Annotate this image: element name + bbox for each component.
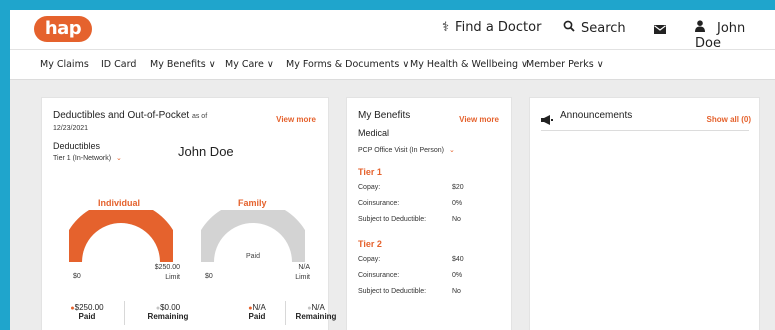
tier-1-copay-value: $20 (452, 184, 464, 191)
announcements-card: Announcements Show all (0) (529, 97, 760, 330)
chevron-down-icon: ⌄ (116, 155, 122, 162)
family-remaining-summary: ●N/A Remaining (286, 303, 346, 321)
as-of-label: as of (191, 113, 208, 120)
tier-1-deductible-label: Subject to Deductible: (358, 216, 427, 223)
family-paid-summary: ●N/A Paid (234, 303, 280, 321)
benefits-card: My Benefits View more Medical PCP Office… (346, 97, 512, 330)
summary-divider (124, 301, 125, 325)
nav-my-health-wellbeing[interactable]: My Health & Wellbeing ∨ (410, 59, 528, 70)
deductibles-title: Deductibles and Out-of-Pocket (53, 110, 190, 121)
announcements-divider (541, 130, 749, 131)
search-icon (563, 20, 575, 36)
chevron-down-icon: ⌄ (448, 147, 455, 154)
find-doctor-label: Find a Doctor (455, 20, 542, 35)
search-label: Search (581, 21, 626, 36)
family-remaining-caption: Remaining (295, 312, 337, 321)
nav-id-card[interactable]: ID Card (101, 59, 136, 70)
tier-2-coinsurance-label: Coinsurance: (358, 272, 400, 279)
tier-2-deductible-label: Subject to Deductible: (358, 288, 427, 295)
nav-my-forms-documents[interactable]: My Forms & Documents ∨ (286, 59, 409, 70)
family-paid-value: N/A (252, 303, 266, 312)
family-paid-caption: Paid (248, 312, 266, 321)
tier-1-copay-label: Copay: (358, 184, 381, 191)
tier-select-value: Tier 1 (In-Network) (53, 155, 112, 162)
individual-amount: $250.00 (105, 242, 138, 252)
family-remaining-value: N/A (311, 303, 325, 312)
deductibles-view-more-link[interactable]: View more (276, 115, 316, 124)
individual-max: $250.00 (154, 264, 180, 271)
individual-remaining-value: $0.00 (160, 303, 181, 312)
megaphone-icon (541, 112, 553, 130)
search-link[interactable]: Search (563, 20, 626, 36)
individual-paid-value: $250.00 (74, 303, 104, 312)
find-doctor-link[interactable]: ⚕ Find a Doctor (442, 20, 541, 35)
family-amount: N/A (245, 242, 261, 252)
stethoscope-icon: ⚕ (442, 20, 450, 35)
benefit-select-value: PCP Office Visit (In Person) (358, 147, 444, 154)
as-of-date: 12/23/2021 (53, 125, 89, 132)
family-label: Family (238, 198, 267, 208)
tier-2-copay-value: $40 (452, 256, 464, 263)
individual-remaining-caption: Remaining (147, 312, 189, 321)
member-name: John Doe (178, 144, 234, 159)
announcements-show-all-link[interactable]: Show all (0) (707, 115, 751, 124)
family-max: N/A (298, 264, 310, 271)
user-icon (695, 20, 705, 36)
nav-my-benefits[interactable]: My Benefits ∨ (150, 59, 216, 70)
tier-1-heading: Tier 1 (358, 167, 382, 177)
deductibles-subtitle: Deductibles (53, 141, 101, 151)
deductible-summary: ●$250.00 Paid ●$0.00 Remaining ●N/A Paid… (62, 301, 336, 327)
individual-min: $0 (73, 273, 81, 280)
tier-2-coinsurance-value: 0% (452, 272, 463, 279)
tier-1-coinsurance-label: Coinsurance: (358, 200, 400, 207)
nav-my-claims[interactable]: My Claims (40, 59, 89, 70)
deductibles-card: Deductibles and Out-of-Pocket as of 12/2… (41, 97, 336, 330)
deductibles-title-row: Deductibles and Out-of-Pocket as of (53, 110, 207, 121)
tier-1-coinsurance-value: 0% (452, 200, 463, 207)
announcements-title: Announcements (560, 110, 633, 121)
individual-amount-caption: Paid (113, 253, 128, 260)
individual-max-caption: Limit (165, 274, 180, 281)
top-bar: hap ⚕ Find a Doctor Search John Doe (10, 10, 775, 51)
individual-remaining-summary: ●$0.00 Remaining (139, 303, 197, 321)
tier-2-heading: Tier 2 (358, 239, 382, 249)
tier-select[interactable]: Tier 1 (In-Network) ⌄ (53, 154, 122, 162)
individual-paid-caption: Paid (78, 312, 96, 321)
mail-icon[interactable] (654, 23, 666, 38)
tier-2-deductible-value: No (452, 288, 461, 295)
family-amount-caption: Paid (245, 253, 260, 260)
family-min: $0 (205, 273, 213, 280)
user-menu[interactable]: John Doe (695, 20, 775, 51)
family-max-caption: Limit (295, 274, 310, 281)
benefits-view-more-link[interactable]: View more (459, 115, 499, 124)
individual-label: Individual (98, 198, 141, 208)
benefit-select[interactable]: PCP Office Visit (In Person) ⌄ (358, 146, 455, 154)
benefits-category: Medical (358, 128, 390, 138)
tier-1-deductible-value: No (452, 216, 461, 223)
hap-logo[interactable]: hap (34, 16, 92, 42)
nav-member-perks[interactable]: Member Perks ∨ (526, 59, 604, 70)
app-frame: hap ⚕ Find a Doctor Search John Doe My Cl… (10, 10, 775, 330)
tier-2-copay-label: Copay: (358, 256, 381, 263)
nav-my-care[interactable]: My Care ∨ (225, 59, 274, 70)
individual-paid-summary: ●$250.00 Paid (62, 303, 112, 321)
main-nav: My Claims ID Card My Benefits ∨ My Care … (10, 49, 775, 80)
benefits-title: My Benefits (358, 110, 411, 121)
